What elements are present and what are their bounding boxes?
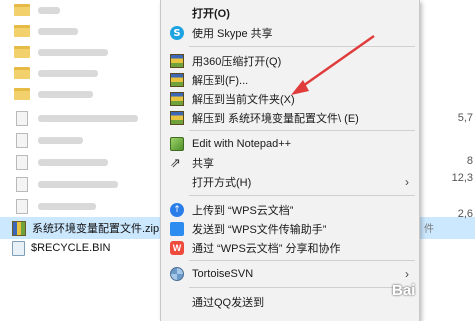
arrow-shaft: [299, 34, 375, 90]
annotation-arrow: [291, 34, 375, 95]
baidu-watermark: Bai: [392, 282, 416, 299]
